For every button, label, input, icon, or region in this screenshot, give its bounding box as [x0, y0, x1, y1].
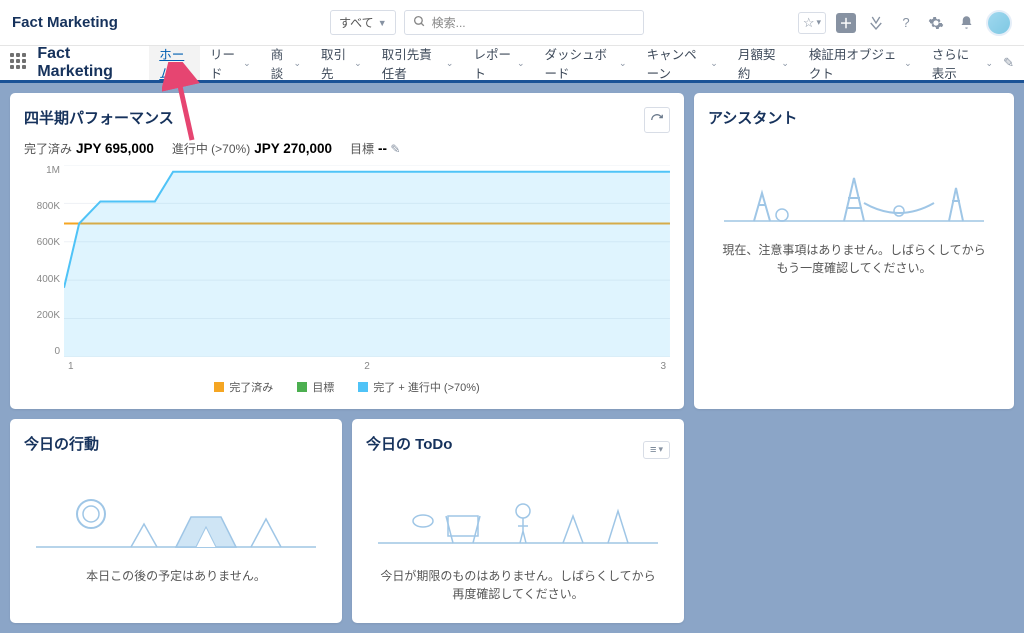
nav-tab-label: さらに表示 [932, 44, 982, 82]
app-name: Fact Marketing [37, 45, 135, 81]
nav-tab[interactable]: 取引先責任者 ⌄ [372, 46, 464, 80]
user-avatar[interactable] [986, 10, 1012, 36]
notification-bell-icon[interactable] [956, 13, 976, 33]
global-search-input[interactable]: 検索... [404, 10, 644, 35]
favorites-button[interactable]: ☆ ▾ [798, 12, 826, 34]
refresh-button[interactable] [644, 107, 670, 133]
nav-tab[interactable]: リード ⌄ [200, 46, 261, 80]
legend-combined: 完了 + 進行中 (>70%) [373, 379, 479, 395]
chevron-down-icon: ⌄ [781, 58, 789, 69]
card-title: アシスタント [708, 107, 1000, 128]
todays-events-card: 今日の行動 本日この後の予定はありません。 [10, 419, 342, 623]
card-title: 今日の行動 [24, 433, 328, 454]
nav-tab-label: キャンペーン [647, 44, 707, 82]
chevron-down-icon: ⌄ [446, 58, 454, 69]
search-icon [413, 15, 426, 31]
chart-legend: 完了済み 目標 完了 + 進行中 (>70%) [24, 379, 670, 395]
todos-illustration [366, 466, 670, 561]
closed-label: 完了済み [24, 142, 72, 156]
nav-tabs: ホームリード⌄商談⌄取引先⌄取引先責任者⌄レポート⌄ダッシュボード⌄キャンペーン… [149, 46, 1003, 80]
legend-closed: 完了済み [229, 379, 273, 395]
quarterly-performance-card: 四半期パフォーマンス 完了済み JPY 695,000 進行中 (>70%) JPY… [10, 93, 684, 409]
legend-goal: 目標 [312, 379, 334, 395]
sort-icon: ≡ [650, 444, 656, 456]
chevron-down-icon: ⌄ [710, 58, 718, 69]
org-name: Fact Marketing [12, 14, 118, 31]
chevron-down-icon: ⌄ [517, 58, 525, 69]
assistant-illustration [708, 140, 1000, 235]
nav-tab-label: レポート [473, 44, 512, 82]
closed-value: JPY 695,000 [76, 141, 154, 156]
todays-todos-card: 今日の ToDo ≡▾ 今日が期限のものはありません。しばらくしてから再度確認 [352, 419, 684, 623]
chevron-down-icon: ⌄ [619, 58, 627, 69]
chevron-down-icon: ▾ [658, 444, 663, 455]
nav-tab[interactable]: 月額契約 ⌄ [728, 46, 799, 80]
nav-tab[interactable]: ダッシュボード ⌄ [534, 46, 636, 80]
todo-sort-button[interactable]: ≡▾ [643, 441, 670, 459]
edit-goal-pencil-icon[interactable]: ✎ [390, 142, 400, 156]
goal-label: 目標 [350, 142, 374, 156]
nav-tab-label: リード [210, 44, 239, 82]
nav-tab[interactable]: 取引先 ⌄ [311, 46, 372, 80]
events-illustration [24, 466, 328, 561]
search-placeholder: 検索... [432, 14, 466, 31]
nav-tab-label: ダッシュボード [544, 44, 615, 82]
nav-tab[interactable]: ホーム [149, 46, 200, 83]
chevron-down-icon: ⌄ [986, 58, 994, 69]
nav-tab-label: 検証用オブジェクト [809, 44, 900, 82]
chevron-down-icon: ▼ [378, 18, 387, 28]
events-empty-text: 本日この後の予定はありません。 [24, 561, 328, 591]
open-label: 進行中 (>70%) [172, 142, 250, 156]
nav-tab[interactable]: キャンペーン⌄ [637, 46, 728, 80]
app-launcher-icon[interactable] [10, 53, 27, 73]
nav-tab[interactable]: 商談⌄ [261, 46, 311, 80]
chart-plot-area [64, 165, 670, 357]
global-header: Fact Marketing すべて ▼ 検索... ☆ ▾ ＋ ? [0, 0, 1024, 45]
chevron-down-icon: ⌄ [904, 58, 912, 69]
goal-value: -- [378, 141, 387, 156]
card-title: 今日の ToDo [366, 433, 452, 454]
search-scope-selector[interactable]: すべて ▼ [330, 10, 396, 35]
nav-tab-label: 商談 [271, 44, 290, 82]
open-value: JPY 270,000 [254, 141, 332, 156]
legend-swatch-closed [214, 382, 224, 392]
performance-chart: 1M800K600K400K200K0 123 [24, 165, 670, 375]
setup-gear-icon[interactable] [926, 13, 946, 33]
chevron-down-icon: ⌄ [293, 58, 301, 69]
nav-tab-label: ホーム [159, 44, 190, 82]
legend-swatch-goal [297, 382, 307, 392]
card-title: 四半期パフォーマンス [24, 107, 670, 128]
add-button[interactable]: ＋ [836, 13, 856, 33]
kpi-row: 完了済み JPY 695,000 進行中 (>70%) JPY 270,000 目標… [24, 140, 670, 157]
todos-empty-text: 今日が期限のものはありません。しばらくしてから再度確認してください。 [366, 561, 670, 609]
app-nav-bar: Fact Marketing ホームリード⌄商談⌄取引先⌄取引先責任者⌄レポート… [0, 45, 1024, 83]
nav-tab-label: 取引先責任者 [382, 44, 442, 82]
chevron-down-icon: ▾ [816, 17, 821, 28]
search-scope-label: すべて [339, 14, 374, 31]
chevron-down-icon: ⌄ [354, 58, 362, 69]
edit-nav-pencil-icon[interactable]: ✎ [1003, 55, 1014, 71]
legend-swatch-combined [358, 382, 368, 392]
salesforce-help-icon[interactable] [866, 13, 886, 33]
nav-tab-label: 取引先 [321, 44, 350, 82]
nav-tab-label: 月額契約 [738, 44, 777, 82]
nav-tab[interactable]: レポート ⌄ [463, 46, 534, 80]
star-icon: ☆ [803, 15, 815, 31]
nav-tab[interactable]: 検証用オブジェクト ⌄ [799, 46, 922, 80]
nav-tab[interactable]: さらに表示 ⌄ [922, 46, 1003, 80]
header-utility-icons: ☆ ▾ ＋ ? [798, 10, 1012, 36]
chevron-down-icon: ⌄ [243, 58, 251, 69]
assistant-empty-text: 現在、注意事項はありません。しばらくしてからもう一度確認してください。 [708, 235, 1000, 283]
assistant-card: アシスタント 現在、注意事項はありません。しばらくしてからもう一度確認してくださ… [694, 93, 1014, 409]
help-icon[interactable]: ? [896, 13, 916, 33]
